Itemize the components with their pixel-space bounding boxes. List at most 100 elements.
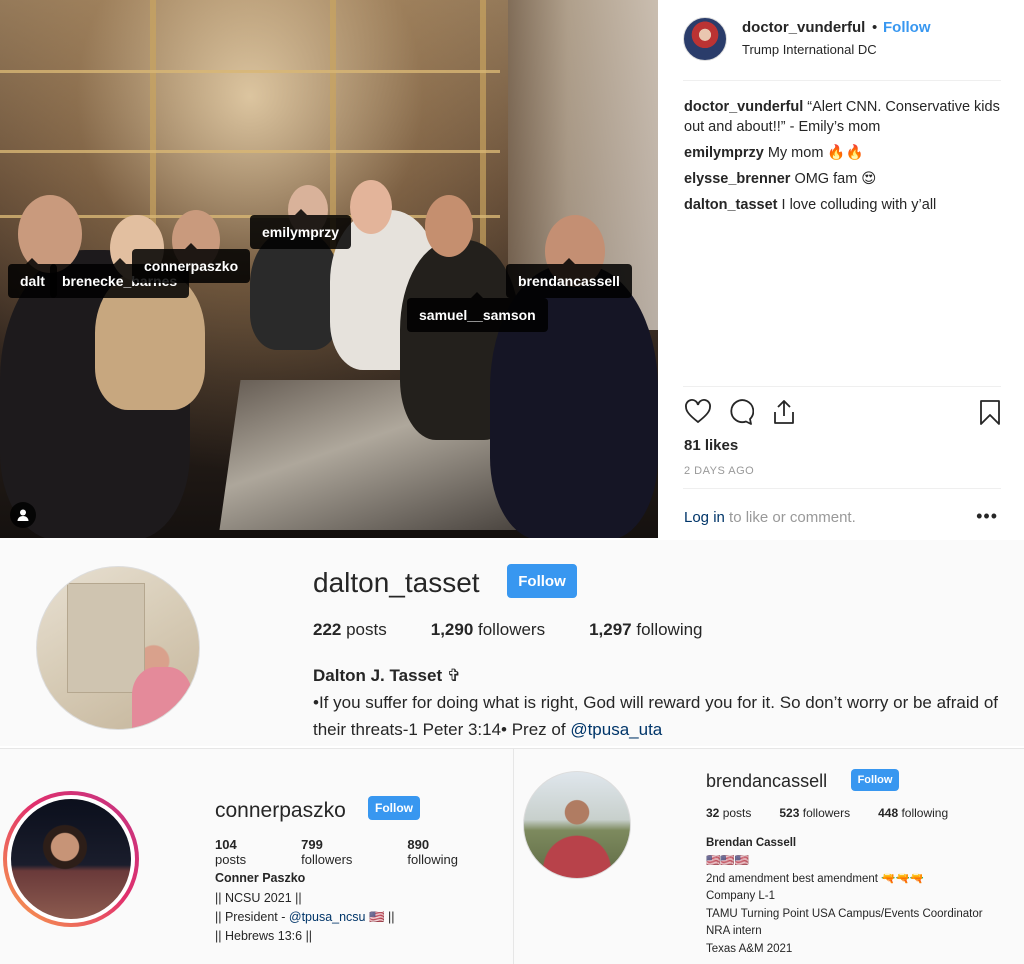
posts-label: posts [341,620,387,639]
share-icon[interactable] [770,398,800,428]
followers-label: followers [301,852,353,867]
followers-label: followers [799,806,851,820]
following-count[interactable]: 448 following [878,806,948,820]
post-photo[interactable]: dalt brenecke_barnes connerpaszko emilym… [0,0,658,538]
posts-number: 32 [706,806,720,820]
comment-username[interactable]: doctor_vunderful [684,99,803,115]
follow-button[interactable]: Follow [507,564,577,598]
profile-username: connerpaszko [215,799,346,822]
separator-dot: • [872,19,878,36]
comment-username[interactable]: emilymprzy [684,145,764,161]
bio-mention-link[interactable]: @tpusa_uta [570,720,662,739]
follow-button[interactable]: Follow [883,19,931,36]
following-label: following [631,620,703,639]
login-link[interactable]: Log in [684,509,725,526]
comment-username[interactable]: elysse_brenner [684,171,790,187]
follow-button[interactable]: Follow [368,796,420,820]
post-actions [684,398,1004,428]
story-ring-inner [7,795,135,923]
bio-line: 2nd amendment best amendment 🔫🔫🔫 [706,872,925,885]
profile-header-brendan: brendancassell Follow 32 posts 523 follo… [513,748,1024,964]
bookmark-icon[interactable] [976,398,1006,428]
avatar [11,799,131,919]
comment: doctor_vunderful “Alert CNN. Conservativ… [684,97,1004,137]
post-header: doctor_vunderful • Follow Trump Internat… [658,0,1024,80]
followers-number: 1,290 [430,620,474,639]
bio-line: Company L-1 [706,890,776,902]
profile-stats: 32 posts 523 followers 448 following [706,806,976,820]
bio-line: || Hebrews 13:6 || [215,929,313,943]
comment-list: doctor_vunderful “Alert CNN. Conservativ… [684,97,1004,221]
profile-bio: •If you suffer for doing what is right, … [313,689,1003,743]
followers-label: followers [473,620,546,639]
profile-full-name: Conner Paszko [215,871,306,885]
avatar[interactable] [36,566,200,730]
comment-username[interactable]: dalton_tasset [684,197,777,213]
more-options-icon[interactable]: ••• [976,506,998,527]
profile-username: dalton_tasset [313,567,480,598]
photo-tag[interactable]: emilymprzy [250,209,352,249]
followers-count[interactable]: 523 followers [779,806,850,820]
comment-icon[interactable] [726,398,756,428]
bio-line: 🇺🇸🇺🇸🇺🇸 [706,855,749,867]
photo-face [350,180,392,234]
followers-count[interactable]: 799 followers [301,837,377,867]
post-timestamp[interactable]: 2 DAYS AGO [684,465,754,477]
profile-bio: 🇺🇸🇺🇸🇺🇸 2nd amendment best amendment 🔫🔫🔫 … [706,853,983,958]
posts-count: 104 posts [215,837,271,867]
posts-label: posts [719,806,752,820]
posts-count: 32 posts [706,806,751,820]
comment: elysse_brenner OMG fam 😍 [684,169,1004,189]
instagram-post: dalt brenecke_barnes connerpaszko emilym… [0,0,1024,538]
bio-line: || NCSU 2021 || [215,891,302,905]
avatar[interactable] [683,17,727,61]
photo-shelf [0,150,500,153]
comment-text: OMG fam 😍 [794,171,877,187]
profile-full-name: Brendan Cassell [706,837,797,849]
bio-text: || President - [215,910,289,924]
heart-icon[interactable] [684,398,714,428]
following-count[interactable]: 890 following [407,837,483,867]
followers-number: 523 [779,806,800,820]
following-label: following [407,852,459,867]
photo-shelf [0,70,500,73]
user-tag-icon[interactable] [10,502,36,528]
profile-bio: || NCSU 2021 || || President - @tpusa_nc… [215,889,395,946]
photo-tag[interactable]: brendancassell [506,258,632,298]
post-sidebar: doctor_vunderful • Follow Trump Internat… [658,0,1024,538]
following-label: following [898,806,949,820]
bio-mention-link[interactable]: @tpusa_ncsu [289,910,366,924]
following-number: 1,297 [589,620,632,639]
photo-face [425,195,473,257]
profile-stats: 104 posts 799 followers 890 following [215,837,513,867]
following-number: 448 [878,806,899,820]
profile-full-name: Dalton J. Tasset ✞ [313,666,462,685]
comment-text: I love colluding with y’all [781,197,937,213]
comment: emilymprzy My mom 🔥🔥 [684,143,1004,163]
followers-number: 799 [301,837,323,852]
posts-number: 104 [215,837,237,852]
divider [683,80,1001,81]
profile-username: brendancassell [706,771,828,791]
bio-line: Texas A&M 2021 [706,942,793,955]
divider [683,386,1001,387]
photo-tag[interactable]: connerpaszko [132,243,251,283]
followers-count[interactable]: 1,290 followers [431,620,545,640]
bio-line: TAMU Turning Point USA Campus/Events Coo… [706,907,983,920]
posts-count: 222 posts [313,620,387,640]
following-number: 890 [407,837,430,852]
following-count[interactable]: 1,297 following [589,620,702,640]
login-prompt-text: to like or comment. [724,509,856,526]
login-prompt: Log in to like or comment. [684,509,856,526]
story-ring[interactable] [3,791,139,927]
photo-tag[interactable]: samuel__samson [407,292,548,332]
avatar-person [132,667,192,729]
avatar[interactable] [523,771,631,879]
bio-line: NRA intern [706,925,762,937]
like-count[interactable]: 81 likes [684,437,738,454]
profile-stats: 222 posts 1,290 followers 1,297 followin… [313,620,747,640]
post-location[interactable]: Trump International DC [742,42,877,57]
post-author-username[interactable]: doctor_vunderful [742,19,865,36]
follow-button[interactable]: Follow [851,769,899,791]
bio-text: 🇺🇸 || [365,910,395,924]
